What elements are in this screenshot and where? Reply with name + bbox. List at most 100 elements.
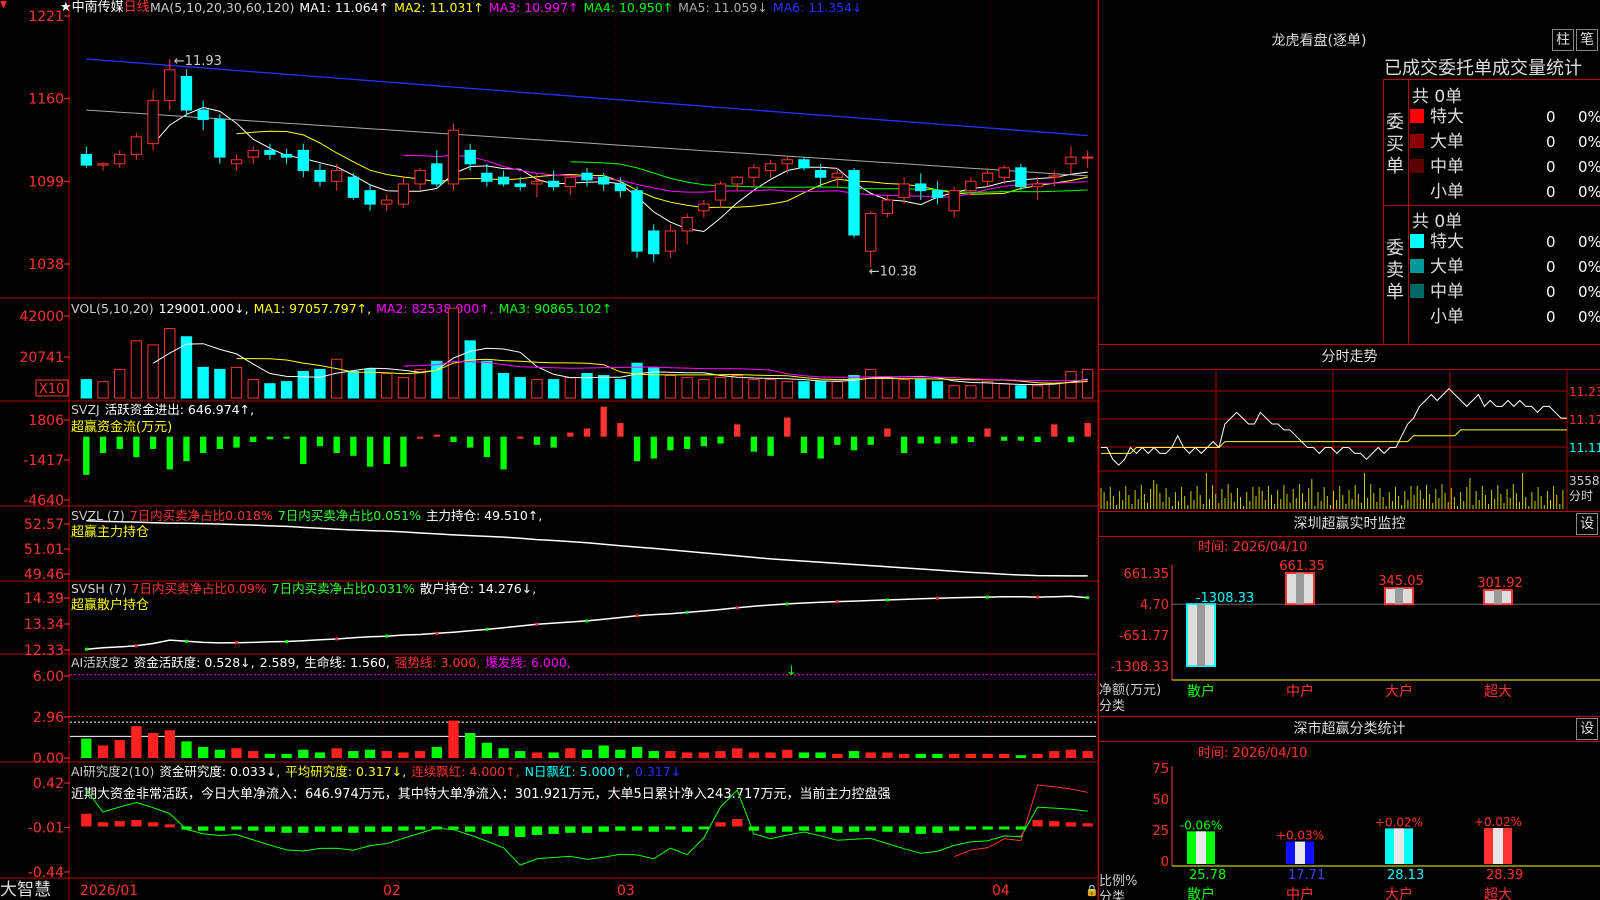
row-pct: 0%: [1578, 283, 1600, 301]
volume-bar: [297, 370, 309, 399]
candle-body: [214, 118, 226, 158]
fund-flow-bar: [667, 436, 674, 451]
volume-bar: [431, 360, 443, 399]
fund-flow-bar: [433, 434, 440, 437]
retail-dot: [335, 637, 339, 641]
candle-body: [514, 183, 526, 188]
fund-flow-bar: [884, 428, 891, 437]
svzj-legend-item: SVZJ: [71, 402, 100, 417]
row-label: 小单: [1430, 307, 1464, 327]
classify-category: 大户: [1385, 886, 1413, 900]
ai2-legend-item: 0.317↓: [635, 764, 681, 779]
fund-flow-bar: [116, 436, 123, 449]
svsh-legend: SVSH (7) 7日内买卖净占比0.09% 7日内买卖净占比0.031% 散户持仓:…: [71, 581, 536, 596]
price-legend-item: MA1: 11.064↑: [299, 0, 389, 15]
fund-flow-bar: [83, 436, 90, 475]
volume-bar: [214, 368, 226, 399]
volume-bar: [781, 381, 793, 399]
svsh-ytick: 14.39: [24, 591, 64, 607]
research-bar: [948, 826, 960, 831]
research-bar: [715, 822, 726, 827]
vol-ytick: 20741: [19, 350, 64, 366]
research-bar: [865, 826, 876, 831]
candle-body: [230, 159, 243, 165]
stock-name[interactable]: 中南传媒: [72, 0, 124, 15]
row-label: 大单: [1430, 132, 1464, 152]
activity-bar: [631, 746, 643, 758]
svzj-subtitle: 超赢资金流(万元): [71, 419, 172, 435]
research-bar: [465, 826, 476, 832]
svsh-legend-item: 散户持仓: 14.276↓,: [420, 581, 536, 596]
color-swatch: [1410, 259, 1424, 273]
research-bar: [1032, 820, 1043, 827]
cls-ytick: 50: [1152, 793, 1169, 808]
research-bar: [531, 826, 543, 835]
classify-chart: 75 50 25 0 比例%分类 -0.06% 25.78 散户 +0.03% 17.71 中户 +0…: [1099, 762, 1600, 900]
fund-flow-bar: [567, 432, 574, 437]
bar-mode-button[interactable]: 柱: [1552, 29, 1574, 51]
dropdown-arrow-icon[interactable]: ▼: [0, 0, 7, 10]
price-legend-item: MA3: 10.997↑: [489, 0, 579, 15]
vol-legend-item: VOL(5,10,20): [71, 301, 154, 316]
fund-flow-bar: [333, 436, 340, 454]
research-bar: [698, 826, 709, 830]
fund-flow-bar: [617, 423, 624, 437]
fund-flow-bar: [850, 436, 858, 451]
monitor-value-label: 661.35: [1279, 559, 1325, 574]
mon-ylabel: 净额(万元): [1099, 683, 1161, 698]
research-bar: [81, 813, 92, 827]
activity-bar: [798, 752, 810, 758]
candle-body: [1065, 156, 1077, 165]
classify-bar-shade: [1493, 828, 1503, 864]
intraday-chart[interactable]: 11.23 11.17 11.11 3558分时: [1099, 371, 1600, 511]
activity-bar: [481, 742, 493, 758]
svsh-ytick: 12.33: [24, 643, 64, 659]
activity-bar: [598, 745, 609, 758]
fund-flow-bar: [734, 424, 741, 437]
volume-bar: [381, 373, 393, 399]
activity-bar: [448, 720, 459, 758]
svzl-legend-item: 主力持仓: 49.510↑,: [426, 508, 542, 523]
activity-bar: [898, 753, 910, 758]
volume-bar: [497, 373, 510, 399]
brush-mode-button[interactable]: 笔: [1576, 29, 1598, 51]
period-label[interactable]: 日线: [124, 0, 150, 15]
candle-body: [898, 183, 910, 198]
candle-body: [414, 170, 426, 185]
classify-bar-shade: [1295, 841, 1305, 864]
fund-flow-bar: [917, 436, 924, 444]
fund-flow-bar: [300, 436, 307, 464]
volume-bar: [130, 340, 143, 399]
ai1-legend-item: 爆发线: 6.000,: [485, 655, 570, 670]
main-chart-area[interactable]: 1221 1160 1099 1038 MA(5,10,20,30,60,120) MA1…: [0, 0, 1098, 900]
monitor-settings-button[interactable]: 设: [1576, 513, 1598, 535]
activity-bar: [882, 752, 893, 758]
monitor-time: 时间: 2026/04/10: [1198, 540, 1308, 555]
volume-bar: [347, 370, 360, 399]
favorite-star-icon[interactable]: ★: [60, 0, 72, 15]
row-count: 0: [1546, 108, 1556, 126]
row-pct: 0%: [1578, 108, 1600, 126]
mon-ytick: -651.77: [1119, 629, 1169, 644]
sell-total: 共 0单: [1412, 212, 1463, 232]
activity-bar: [381, 751, 392, 758]
retail-dot: [134, 644, 138, 648]
candle-body: [147, 100, 159, 145]
candle-body: [981, 172, 994, 182]
activity-bar: [1032, 753, 1043, 758]
fund-flow-bar: [800, 436, 808, 454]
buy-row: 大单 0 0%: [1410, 130, 1600, 154]
classify-category: 超大: [1484, 887, 1512, 900]
buy-row: 小单 0 0%: [1410, 180, 1600, 204]
volume-bar: [931, 381, 944, 399]
classify-settings-button[interactable]: 设: [1576, 718, 1598, 740]
activity-bar: [264, 753, 276, 758]
candle-body: [431, 163, 443, 185]
fund-flow-bar: [550, 436, 557, 448]
fund-flow-bar: [950, 436, 958, 444]
activity-bar: [782, 749, 793, 758]
retail-dot: [184, 639, 188, 643]
activity-bar: [364, 749, 376, 758]
candle-body: [347, 176, 360, 198]
price-ytick: 1038: [28, 257, 64, 273]
